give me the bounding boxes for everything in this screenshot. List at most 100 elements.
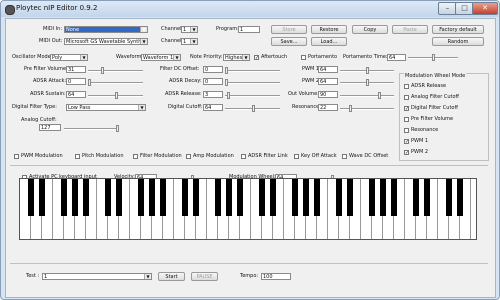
amp-modulation-checkbox[interactable]: [186, 154, 191, 159]
black-key[interactable]: [72, 179, 78, 216]
black-key[interactable]: [193, 179, 199, 216]
channel-in-select[interactable]: 1 ▼: [181, 26, 198, 33]
black-key[interactable]: [292, 179, 298, 216]
key-off-attack-checkbox[interactable]: [294, 154, 299, 159]
black-key[interactable]: [347, 179, 353, 216]
digital-cutoff-thumb[interactable]: [252, 105, 255, 112]
mod-wheel-digital-filter-cutoff-checkbox[interactable]: ✓: [404, 106, 409, 112]
factory-default-button[interactable]: Factory default: [432, 25, 484, 34]
digital-cutoff-field[interactable]: 64: [203, 104, 223, 111]
mod-wheel-pwm2-checkbox[interactable]: ✓: [404, 150, 409, 156]
black-key[interactable]: [457, 179, 463, 216]
pause-button[interactable]: PAUSE: [191, 272, 218, 281]
portamento-time-field[interactable]: 64: [387, 54, 406, 61]
filter-dc-offset-field[interactable]: 0: [203, 66, 223, 73]
tempo-field[interactable]: 100: [261, 273, 291, 280]
black-key[interactable]: [138, 179, 144, 216]
black-key[interactable]: [391, 179, 397, 216]
piano-keyboard[interactable]: [19, 178, 477, 240]
channel-out-select[interactable]: 1 ▼: [181, 38, 198, 45]
resonance-field[interactable]: 22: [318, 104, 338, 111]
restore-button[interactable]: Restore: [311, 25, 347, 34]
out-volume-field[interactable]: 90: [318, 91, 338, 98]
portamento-checkbox[interactable]: [301, 55, 306, 60]
portamento-time-thumb[interactable]: [432, 54, 435, 61]
paste-button[interactable]: Paste: [392, 25, 428, 34]
pwm-modulation-checkbox[interactable]: [14, 154, 19, 159]
close-button[interactable]: ✕: [472, 2, 498, 15]
store-button[interactable]: Store: [271, 25, 307, 34]
adsr-attack-slider[interactable]: [88, 82, 143, 84]
black-key[interactable]: [83, 179, 89, 216]
adsr-release-field[interactable]: 3: [203, 91, 223, 98]
black-key[interactable]: [380, 179, 386, 216]
black-key[interactable]: [39, 179, 45, 216]
out-volume-slider[interactable]: [340, 95, 394, 97]
adsr-release-slider[interactable]: [225, 95, 280, 97]
wave-dc-offset-checkbox[interactable]: [342, 154, 347, 159]
analog-cutoff-thumb[interactable]: [116, 125, 119, 132]
pwm1-field[interactable]: 64: [318, 66, 338, 73]
resonance-thumb[interactable]: [349, 105, 352, 112]
black-key[interactable]: [314, 179, 320, 216]
pre-filter-volume-slider[interactable]: [88, 70, 143, 72]
black-key[interactable]: [270, 179, 276, 216]
adsr-sustain-thumb[interactable]: [115, 92, 118, 99]
adsr-filter-link-checkbox[interactable]: [241, 154, 246, 159]
black-key[interactable]: [303, 179, 309, 216]
pwm2-thumb[interactable]: [366, 79, 369, 86]
analog-cutoff-field[interactable]: 127: [39, 124, 61, 131]
mod-wheel-pwm1-checkbox[interactable]: ✓: [404, 139, 409, 145]
oscillator-mode-select[interactable]: Poly ▼: [50, 54, 88, 61]
note-priority-select[interactable]: Highest ▼: [223, 54, 250, 61]
pre-filter-volume-thumb[interactable]: [101, 67, 104, 74]
pwm1-thumb[interactable]: [366, 67, 369, 74]
out-volume-thumb[interactable]: [378, 92, 381, 99]
adsr-decay-slider[interactable]: [225, 82, 280, 84]
black-key[interactable]: [336, 179, 342, 216]
black-key[interactable]: [237, 179, 243, 216]
pwm2-field[interactable]: 64: [318, 78, 338, 85]
black-key[interactable]: [226, 179, 232, 216]
mod-wheel-resonance-checkbox[interactable]: [404, 128, 409, 133]
mod-wheel-pre-filter-volume-checkbox[interactable]: [404, 117, 409, 122]
adsr-release-thumb[interactable]: [227, 92, 230, 99]
black-key[interactable]: [215, 179, 221, 216]
midi-out-select[interactable]: Microsoft GS Wavetable Synth ▼: [64, 38, 148, 45]
black-key[interactable]: [28, 179, 34, 216]
black-key[interactable]: [369, 179, 375, 216]
filter-modulation-checkbox[interactable]: [133, 154, 138, 159]
black-key[interactable]: [149, 179, 155, 216]
black-key[interactable]: [116, 179, 122, 216]
black-key[interactable]: [446, 179, 452, 216]
pre-filter-volume-field[interactable]: 31: [66, 66, 86, 73]
waveform-select[interactable]: Waveform 1 ▼: [141, 54, 181, 61]
load-button[interactable]: Load...: [311, 37, 347, 46]
adsr-attack-field[interactable]: 0: [66, 78, 86, 85]
random-button[interactable]: Random: [432, 37, 484, 46]
program-spinner[interactable]: 1: [238, 26, 260, 33]
black-key[interactable]: [160, 179, 166, 216]
black-key[interactable]: [105, 179, 111, 216]
black-key[interactable]: [259, 179, 265, 216]
adsr-decay-field[interactable]: 0: [203, 78, 223, 85]
midi-in-select[interactable]: None ▼: [64, 26, 148, 33]
copy-button[interactable]: Copy: [352, 25, 388, 34]
test-select[interactable]: 1 ▼: [42, 273, 152, 280]
black-key[interactable]: [182, 179, 188, 216]
black-key[interactable]: [413, 179, 419, 216]
mod-wheel-adsr-release-checkbox[interactable]: [404, 84, 409, 89]
digital-filter-type-select[interactable]: Low Pass ▼: [66, 104, 146, 111]
filter-dc-offset-thumb[interactable]: [225, 67, 228, 74]
pitch-modulation-checkbox[interactable]: [75, 154, 80, 159]
adsr-attack-thumb[interactable]: [88, 79, 91, 86]
start-button[interactable]: Start: [158, 272, 185, 281]
aftertouch-checkbox[interactable]: ✓: [254, 55, 259, 61]
black-key[interactable]: [61, 179, 67, 216]
adsr-decay-thumb[interactable]: [225, 79, 228, 86]
black-key[interactable]: [424, 179, 430, 216]
adsr-sustain-field[interactable]: 64: [66, 91, 86, 98]
filter-dc-offset-slider[interactable]: [225, 70, 280, 72]
save-button[interactable]: Save...: [271, 37, 307, 46]
mod-wheel-analog-filter-cutoff-checkbox[interactable]: [404, 95, 409, 100]
